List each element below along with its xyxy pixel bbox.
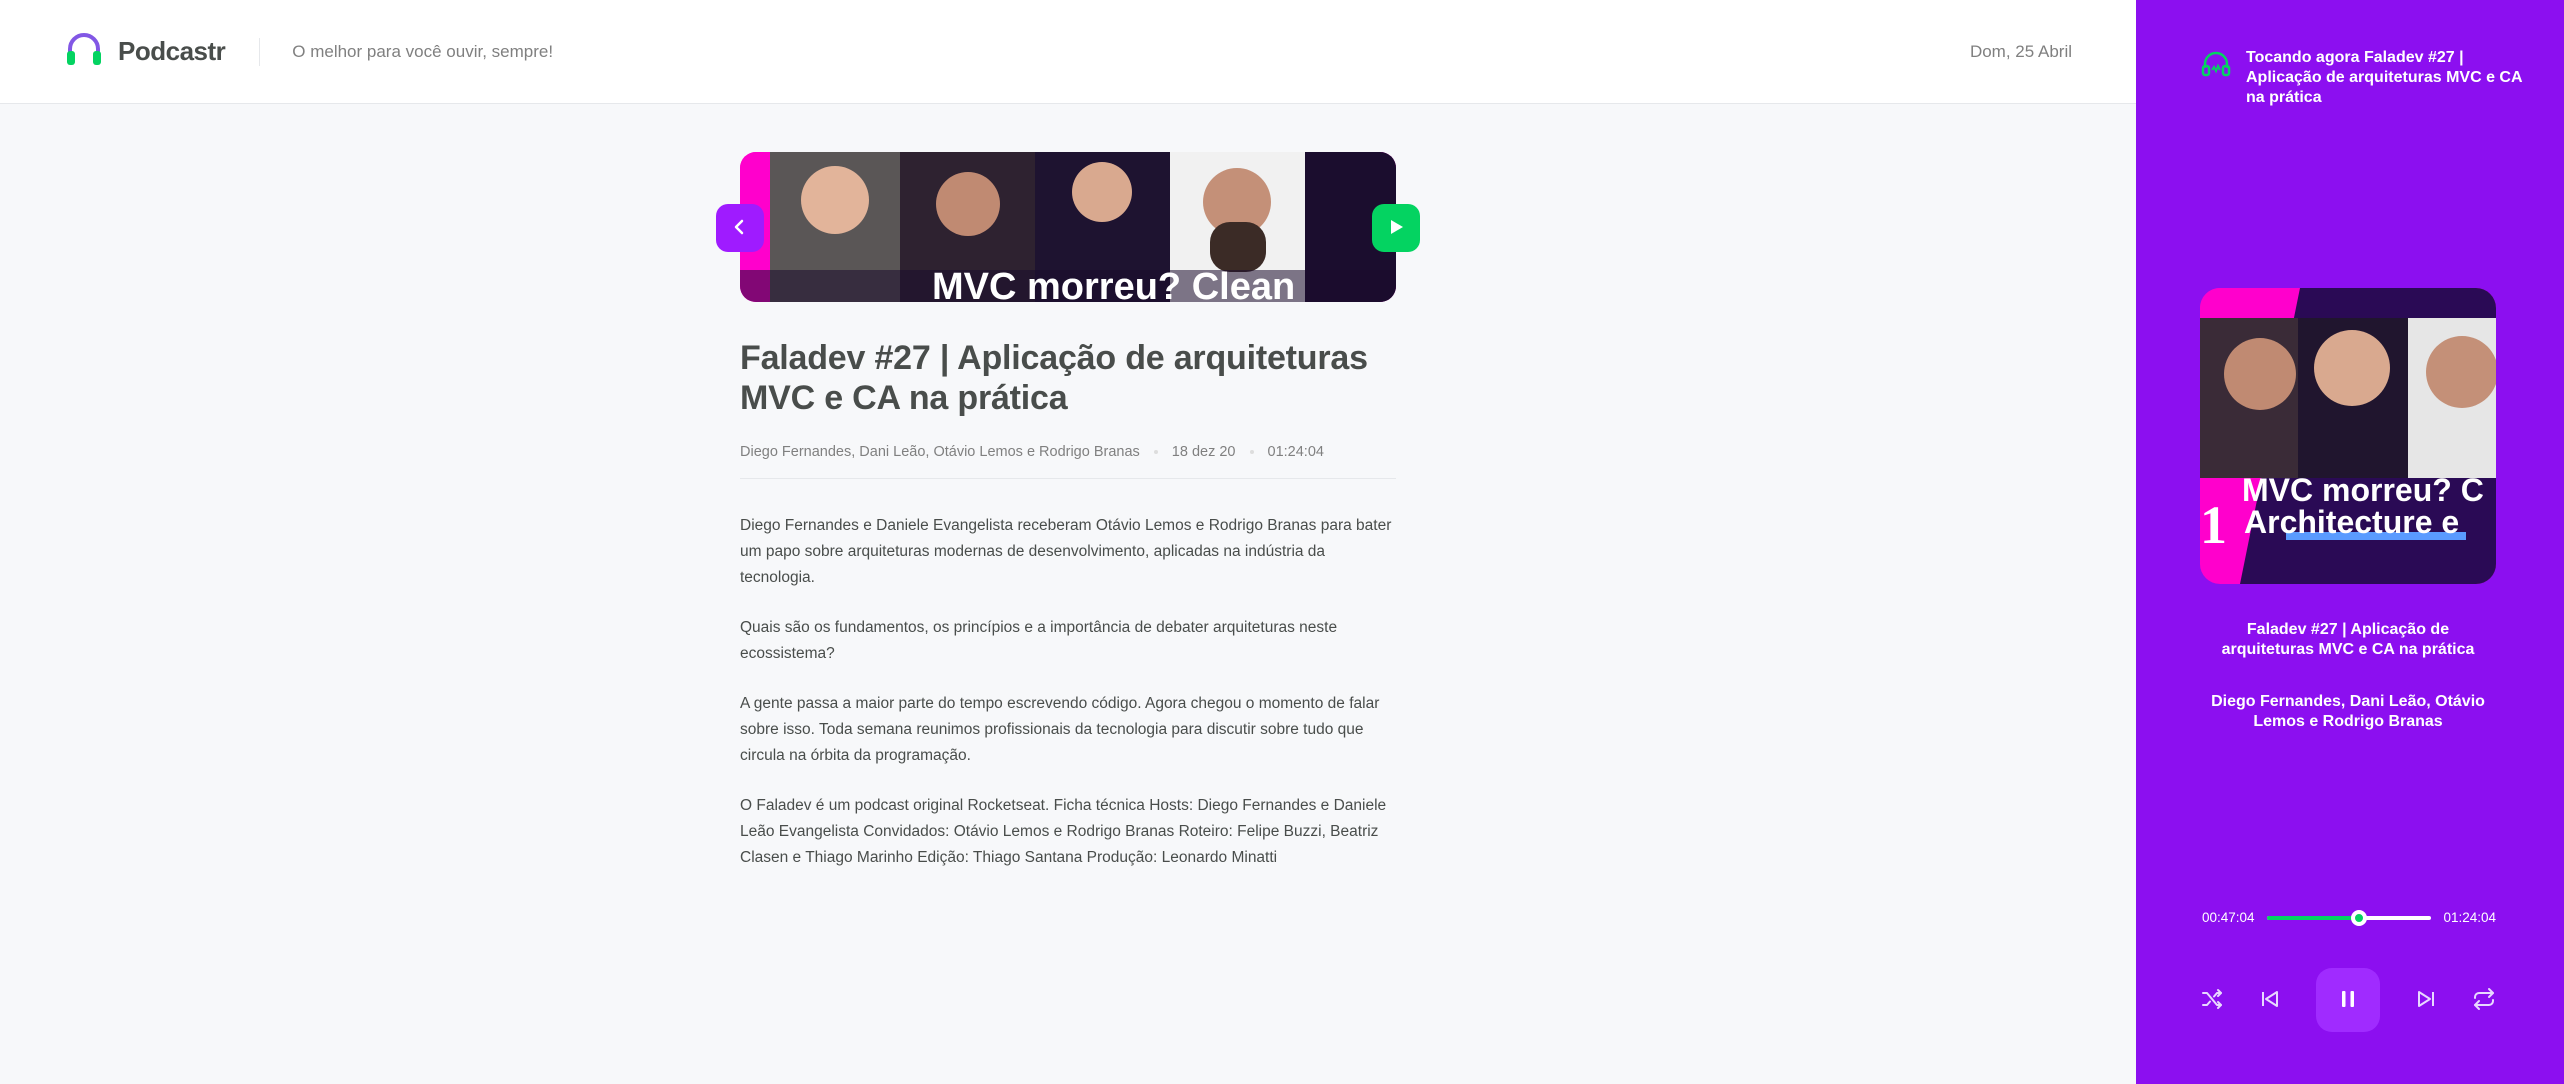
- header-divider: [259, 37, 261, 66]
- app-header: Podcastr O melhor para você ouvir, sempr…: [0, 0, 2136, 104]
- description-paragraph: A gente passa a maior parte do tempo esc…: [740, 695, 1380, 764]
- now-playing-label: Tocando agora Faladev #27 | Aplicação de…: [2246, 49, 2522, 106]
- description-paragraph: Quais são os fundamentos, os princípios …: [740, 619, 1338, 662]
- episode-thumbnail-container: MVC morreu? Clean: [716, 152, 1420, 302]
- cover-number: 1: [2200, 495, 2227, 555]
- current-time: 00:47:04: [2202, 910, 2255, 925]
- progress-bar: 00:47:04 01:24:04: [2202, 909, 2496, 926]
- episode-page: MVC morreu? Clean Faladev #27 | Aplicaçã…: [716, 152, 1420, 895]
- repeat-icon: [2472, 987, 2496, 1014]
- description-paragraph: Diego Fernandes e Daniele Evangelista re…: [740, 517, 1392, 586]
- episode-thumbnail: MVC morreu? Clean: [740, 152, 1396, 302]
- episode-duration: 01:24:04: [1267, 444, 1324, 460]
- repeat-button[interactable]: [2472, 987, 2496, 1014]
- episode-members: Diego Fernandes, Dani Leão, Otávio Lemos…: [740, 444, 1140, 460]
- next-icon: [2414, 987, 2438, 1014]
- previous-button[interactable]: [2258, 987, 2282, 1014]
- player-cover-image: MVC morreu? C Architecture e 1: [2200, 288, 2496, 584]
- episode-meta: Diego Fernandes, Dani Leão, Otávio Lemos…: [740, 444, 1396, 479]
- headphones-logo-icon: [64, 29, 104, 74]
- chevron-left-icon: [731, 218, 749, 239]
- meta-separator: [1153, 450, 1158, 454]
- play-icon: [1386, 217, 1406, 240]
- episode-description: Diego Fernandes e Daniele Evangelista re…: [740, 513, 1396, 871]
- back-button[interactable]: [716, 204, 764, 252]
- episode-title: Faladev #27 | Aplicação de arquiteturas …: [740, 339, 1368, 417]
- now-playing-header: Tocando agora Faladev #27 | Aplicação de…: [2200, 48, 2540, 108]
- cover-text-line-2: Architecture e: [2244, 504, 2460, 540]
- player-episode-members: Diego Fernandes, Dani Leão, Otávio Lemos…: [2211, 693, 2485, 730]
- pause-icon: [2336, 987, 2360, 1014]
- player-controls: [2200, 968, 2496, 1032]
- shuffle-button[interactable]: [2200, 987, 2224, 1014]
- current-date: Dom, 25 Abril: [1969, 41, 2072, 61]
- description-paragraph: O Faladev é um podcast original Rocketse…: [740, 797, 1387, 866]
- progress-slider[interactable]: [2266, 909, 2432, 926]
- meta-separator: [1249, 450, 1254, 454]
- next-button[interactable]: [2414, 987, 2438, 1014]
- progress-handle[interactable]: [2350, 909, 2367, 926]
- logo[interactable]: Podcastr: [64, 29, 226, 74]
- tagline: O melhor para você ouvir, sempre!: [292, 41, 554, 61]
- shuffle-icon: [2200, 987, 2224, 1014]
- previous-icon: [2258, 987, 2282, 1014]
- total-time: 01:24:04: [2443, 910, 2496, 925]
- player-panel: Tocando agora Faladev #27 | Aplicação de…: [2136, 0, 2564, 1084]
- thumbnail-caption: MVC morreu? Clean: [932, 266, 1296, 302]
- app-name: Podcastr: [118, 36, 226, 66]
- headphones-icon: [2200, 48, 2232, 108]
- progress-fill: [2266, 915, 2359, 920]
- play-episode-button[interactable]: [1372, 204, 1420, 252]
- pause-button[interactable]: [2316, 968, 2380, 1032]
- episode-date: 18 dez 20: [1171, 444, 1236, 460]
- player-episode-title: Faladev #27 | Aplicação de arquiteturas …: [2221, 621, 2475, 658]
